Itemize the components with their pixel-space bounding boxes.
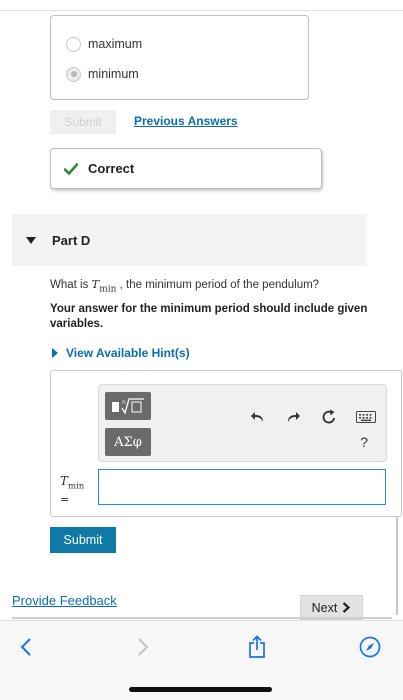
submit-button-disabled: Submit bbox=[50, 110, 116, 134]
top-divider bbox=[0, 10, 403, 11]
radio-minimum[interactable] bbox=[66, 66, 81, 82]
templates-button[interactable]: n bbox=[105, 392, 151, 420]
forward-chevron-icon bbox=[137, 637, 149, 657]
home-indicator bbox=[129, 687, 272, 692]
side-scroll-rule bbox=[396, 517, 398, 615]
question-text: What is Tmin , the minimum period of the… bbox=[50, 277, 320, 295]
collapse-triangle-icon[interactable] bbox=[26, 236, 36, 244]
keyboard-icon[interactable] bbox=[356, 411, 376, 423]
answer-options-box: maximum minimum bbox=[50, 15, 309, 100]
view-hints-toggle[interactable]: View Available Hint(s) bbox=[52, 346, 190, 360]
view-hints-label[interactable]: View Available Hint(s) bbox=[66, 346, 190, 360]
svg-text:n: n bbox=[122, 399, 126, 406]
next-label: Next bbox=[311, 600, 338, 615]
option-maximum[interactable]: maximum bbox=[66, 35, 142, 53]
bottom-divider bbox=[12, 617, 392, 619]
correct-text: Correct bbox=[88, 161, 135, 176]
answer-variable-label: Tmin = bbox=[60, 474, 85, 507]
help-button[interactable]: ? bbox=[360, 434, 368, 450]
answer-input[interactable] bbox=[98, 469, 386, 505]
correct-feedback: Correct bbox=[50, 148, 322, 189]
answer-entry-box: n ΑΣφ ? Tmin = bbox=[50, 370, 402, 517]
share-icon[interactable] bbox=[247, 635, 267, 659]
greek-symbols-button[interactable]: ΑΣφ bbox=[105, 428, 151, 456]
instruction-text: Your answer for the minimum period shoul… bbox=[50, 303, 368, 330]
redo-icon[interactable] bbox=[286, 411, 300, 423]
submit-button[interactable]: Submit bbox=[50, 527, 116, 553]
part-title: Part D bbox=[52, 232, 91, 248]
compass-icon[interactable] bbox=[359, 636, 381, 658]
expand-triangle-icon[interactable] bbox=[52, 348, 58, 358]
math-toolbar: n ΑΣφ ? bbox=[98, 384, 387, 462]
browser-toolbar bbox=[0, 620, 403, 700]
variable-t-min: Tmin bbox=[91, 277, 117, 295]
undo-icon[interactable] bbox=[251, 411, 265, 423]
part-d-header[interactable]: Part D bbox=[12, 214, 366, 266]
reset-icon[interactable] bbox=[321, 409, 337, 425]
provide-feedback-link[interactable]: Provide Feedback bbox=[12, 593, 117, 608]
previous-answers-link[interactable]: Previous Answers bbox=[134, 114, 238, 128]
chevron-right-icon bbox=[343, 602, 351, 613]
option-label: minimum bbox=[88, 67, 139, 81]
option-minimum[interactable]: minimum bbox=[66, 65, 139, 83]
option-label: maximum bbox=[88, 37, 143, 51]
checkmark-icon bbox=[64, 162, 78, 175]
radio-maximum[interactable] bbox=[66, 36, 81, 52]
template-radical-icon: n bbox=[112, 398, 144, 415]
back-chevron-icon[interactable] bbox=[20, 637, 32, 657]
